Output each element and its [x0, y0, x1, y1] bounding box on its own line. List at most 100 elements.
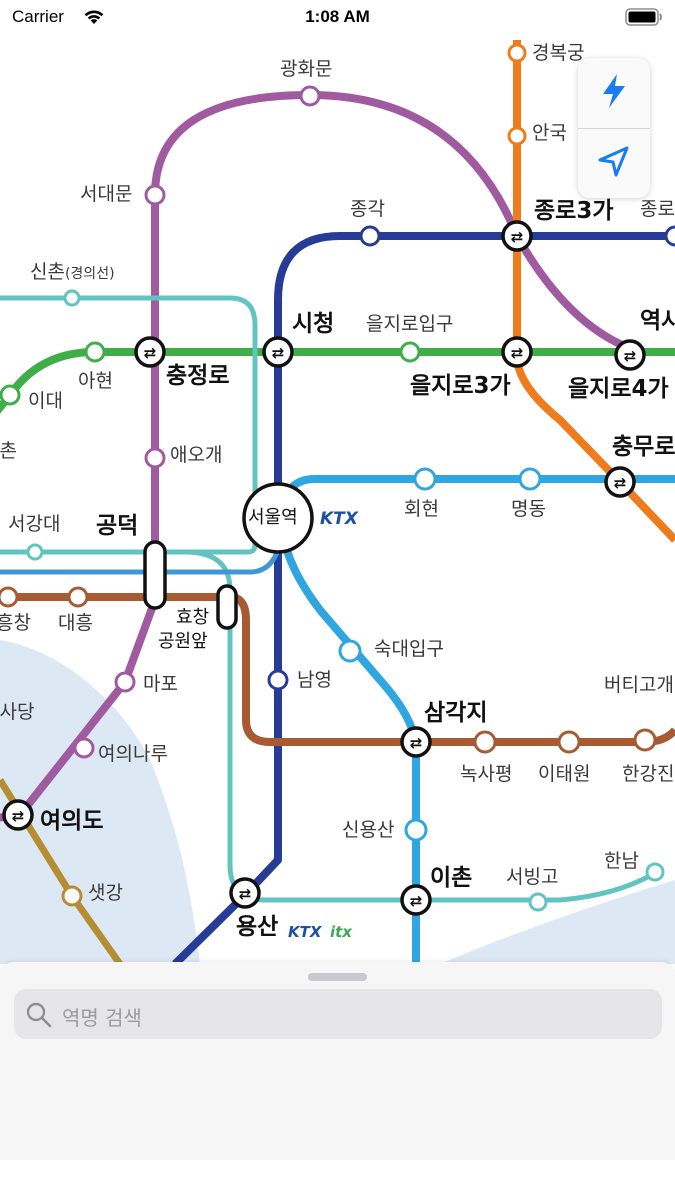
station-daeheung[interactable] — [67, 586, 89, 608]
label-jongno3ga: 종로3가 — [534, 198, 614, 224]
transfer-jongno3ga[interactable]: ⇄ — [501, 220, 533, 252]
map-controls — [578, 58, 650, 198]
station-seodaemun[interactable] — [144, 184, 166, 206]
transfer-hyochang[interactable] — [216, 584, 238, 630]
label-sinchon-sub: (경의선) — [64, 266, 115, 282]
label-gongdeok: 공덕 — [96, 513, 139, 539]
station-sinchon-gyeongui[interactable] — [63, 289, 81, 307]
station-hannam[interactable] — [645, 862, 665, 882]
station-hoehyeon[interactable] — [413, 467, 437, 491]
ktx-badge-yongsan: KTX — [288, 923, 322, 941]
label-ahyeon: 아현 — [78, 370, 113, 392]
station-itaewon[interactable] — [557, 730, 581, 754]
svg-text:⇄: ⇄ — [511, 228, 524, 246]
station-anguk[interactable] — [507, 126, 527, 146]
station-euljiro1ga[interactable] — [399, 341, 421, 363]
label-aeogae: 애오개 — [170, 444, 223, 466]
label-dongdaemun: 역사 — [640, 308, 675, 334]
station-sinyongsan[interactable] — [404, 818, 428, 842]
label-itaewon: 이태원 — [538, 763, 591, 785]
svg-text:⇄: ⇄ — [624, 347, 637, 365]
station-seogangdae[interactable] — [26, 543, 44, 561]
label-sookmyung: 숙대입구 — [374, 638, 444, 660]
label-idae: 이대 — [28, 390, 63, 412]
label-euljiro1ga: 을지로입구 — [366, 313, 454, 335]
label-hyochang-2: 공원앞 — [158, 631, 208, 652]
label-sinchon-name: 신촌 — [30, 261, 65, 283]
label-beotigogae: 버티고개 — [604, 674, 674, 696]
label-seobinggo: 서빙고 — [506, 866, 559, 888]
label-sinchon: 신촌(경의선) — [30, 263, 115, 282]
station-saetgang[interactable] — [61, 885, 83, 907]
label-sinyongsan: 신용산 — [342, 819, 395, 841]
battery-icon — [625, 8, 663, 30]
transfer-euljiro4ga[interactable]: ⇄ — [614, 339, 646, 371]
transfer-chungjeongno[interactable]: ⇄ — [134, 336, 166, 368]
location-arrow-icon — [596, 144, 632, 184]
label-sangsu: 흥창 — [0, 612, 31, 634]
label-jonggak: 종각 — [350, 198, 385, 220]
transfer-samgakji[interactable]: ⇄ — [400, 726, 432, 758]
transfer-ichon[interactable]: ⇄ — [400, 884, 432, 916]
search-placeholder: 역명 검색 — [62, 1006, 142, 1030]
station-mapo[interactable] — [114, 671, 136, 693]
station-gwanghwamun[interactable] — [299, 85, 321, 107]
label-hyochang-1: 효창 — [176, 607, 210, 628]
han-river-east — [440, 880, 675, 964]
label-cityhall: 시청 — [292, 311, 335, 337]
svg-text:⇄: ⇄ — [239, 885, 252, 903]
label-noksapyeong: 녹사평 — [460, 763, 513, 785]
transfer-cityhall[interactable]: ⇄ — [262, 336, 294, 368]
sheet-grabber[interactable] — [308, 973, 367, 981]
label-daeheung: 대흥 — [58, 612, 93, 634]
quick-route-button[interactable] — [578, 58, 650, 128]
label-saetgang: 샛강 — [88, 882, 123, 904]
station-yeouinaru[interactable] — [73, 737, 95, 759]
label-euljiro3ga: 을지로3가 — [410, 373, 511, 399]
station-jongno5ga[interactable] — [664, 225, 675, 247]
station-aeogae[interactable] — [144, 447, 166, 469]
svg-text:⇄: ⇄ — [12, 807, 25, 825]
label-ichon: 이촌 — [430, 865, 473, 891]
station-namyeong[interactable] — [267, 669, 289, 691]
label-mapo: 마포 — [143, 673, 178, 695]
label-seodaemun: 서대문 — [80, 183, 133, 205]
station-sookmyung[interactable] — [338, 639, 362, 663]
station-hangangjin[interactable] — [633, 728, 657, 752]
label-chungmuro: 충무로 — [612, 434, 675, 460]
station-myeongdong[interactable] — [518, 467, 542, 491]
svg-text:⇄: ⇄ — [410, 892, 423, 910]
station-noksapyeong[interactable] — [473, 730, 497, 754]
label-sinchon-2: 신촌 — [0, 440, 17, 462]
station-idae[interactable] — [0, 384, 21, 406]
lightning-icon — [599, 73, 629, 113]
label-myeongdong: 명동 — [511, 498, 546, 520]
itx-badge-yongsan: itx — [330, 923, 352, 941]
transfer-gongdeok[interactable] — [143, 540, 167, 610]
label-assembly: 의사당 — [0, 701, 35, 723]
svg-text:⇄: ⇄ — [410, 734, 423, 752]
transfer-yongsan[interactable]: ⇄ — [229, 877, 261, 909]
svg-text:⇄: ⇄ — [511, 344, 524, 362]
transfer-euljiro3ga[interactable]: ⇄ — [501, 336, 533, 368]
label-anguk: 안국 — [532, 122, 567, 144]
station-gyeongbokgung[interactable] — [507, 43, 527, 63]
label-yeouinaru: 여의나루 — [98, 743, 168, 765]
label-euljiro4ga: 을지로4가 — [568, 376, 669, 402]
station-sangsu[interactable] — [0, 586, 19, 608]
bottom-strip — [0, 1160, 675, 1200]
subway-map[interactable]: ⇄ ⇄ ⇄ ⇄ ⇄ ⇄ ⇄ ⇄ ⇄ ⇄ 경복궁 광화문 안국 서대문 종각 종로… — [0, 34, 675, 964]
transfer-yeouido[interactable]: ⇄ — [2, 799, 34, 831]
transfer-chungmuro[interactable]: ⇄ — [604, 466, 636, 498]
station-seobinggo[interactable] — [528, 892, 548, 912]
line-gyeongui-south — [184, 549, 662, 903]
station-ahyeon[interactable] — [84, 341, 106, 363]
ktx-badge-seoul: KTX — [320, 509, 358, 529]
label-hangangjin: 한강진 — [622, 763, 675, 785]
station-jonggak[interactable] — [359, 225, 381, 247]
status-bar: Carrier 1:08 AM — [0, 0, 675, 34]
label-yongsan: 용산 — [236, 914, 279, 940]
search-input[interactable]: 역명 검색 — [14, 989, 662, 1039]
my-location-button[interactable] — [578, 129, 650, 199]
status-time: 1:08 AM — [305, 7, 370, 26]
